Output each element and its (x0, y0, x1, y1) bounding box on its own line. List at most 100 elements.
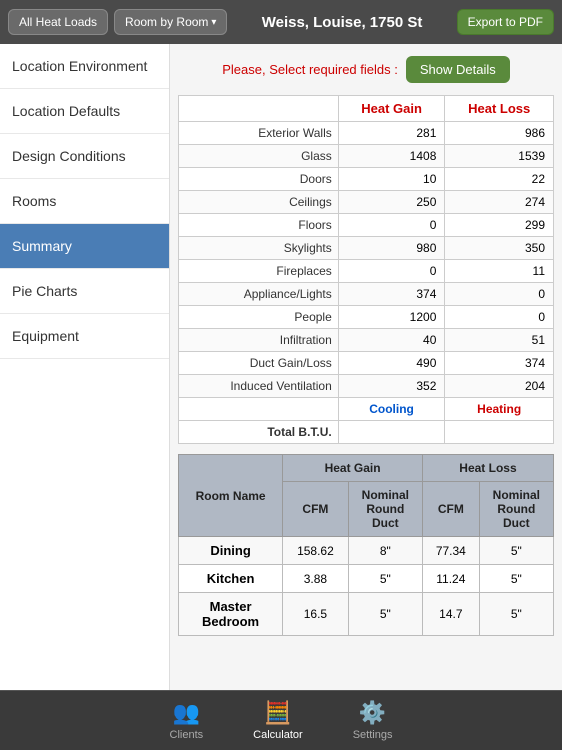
heat-loss-value: 1539 (445, 145, 554, 168)
export-pdf-button[interactable]: Export to PDF (457, 9, 554, 35)
notice-text: Please, Select required fields : (222, 62, 398, 77)
clients-icon: 👥 (173, 700, 200, 726)
hl-cfm-header: CFM (422, 482, 479, 537)
hg-duct-cell: 5" (348, 593, 422, 636)
main-layout: Location Environment Location Defaults D… (0, 44, 562, 690)
heat-gain-value: 281 (338, 122, 445, 145)
heat-loss-value: 51 (445, 329, 554, 352)
table-row: Induced Ventilation 352 204 (179, 375, 554, 398)
top-bar: All Heat Loads Room by Room Weiss, Louis… (0, 0, 562, 44)
hg-cfm-header: CFM (283, 482, 349, 537)
summary-table: Heat Gain Heat Loss Exterior Walls 281 9… (178, 95, 554, 444)
row-label: Duct Gain/Loss (179, 352, 339, 375)
content-area: Please, Select required fields : Show De… (170, 44, 562, 690)
heat-loss-value: 350 (445, 237, 554, 260)
settings-icon: ⚙️ (359, 700, 386, 726)
page-title: Weiss, Louise, 1750 St (233, 14, 450, 31)
row-label: Floors (179, 214, 339, 237)
heat-gain-value: 1200 (338, 306, 445, 329)
heat-loss-value: 986 (445, 122, 554, 145)
table-row: Doors 10 22 (179, 168, 554, 191)
room-name-header: Room Name (179, 455, 283, 537)
row-label: Ceilings (179, 191, 339, 214)
table-row: Appliance/Lights 374 0 (179, 283, 554, 306)
table-row: Infiltration 40 51 (179, 329, 554, 352)
room-name-cell: MasterBedroom (179, 593, 283, 636)
row-label: Fireplaces (179, 260, 339, 283)
heat-gain-value: 0 (338, 214, 445, 237)
heat-gain-value: 490 (338, 352, 445, 375)
table-row: Dining 158.62 8" 77.34 5" (179, 537, 554, 565)
settings-label: Settings (353, 729, 393, 741)
nav-item-calculator[interactable]: 🧮 Calculator (253, 700, 303, 741)
sidebar-item-equipment[interactable]: Equipment (0, 314, 169, 359)
heat-loss-value: 0 (445, 283, 554, 306)
heat-loss-value: 299 (445, 214, 554, 237)
heat-gain-value: 980 (338, 237, 445, 260)
table-row: Duct Gain/Loss 490 374 (179, 352, 554, 375)
heat-loss-header: Heat Loss (445, 96, 554, 122)
row-label: Doors (179, 168, 339, 191)
heat-gain-value: 1408 (338, 145, 445, 168)
hg-cfm-cell: 3.88 (283, 565, 349, 593)
hl-cfm-cell: 11.24 (422, 565, 479, 593)
heat-gain-value: 352 (338, 375, 445, 398)
calculator-label: Calculator (253, 729, 303, 741)
table-row: Fireplaces 0 11 (179, 260, 554, 283)
notice-bar: Please, Select required fields : Show De… (178, 52, 554, 87)
heat-gain-value: 10 (338, 168, 445, 191)
table-row: Floors 0 299 (179, 214, 554, 237)
heat-loss-section-header: Heat Loss (422, 455, 553, 482)
heat-gain-section-header: Heat Gain (283, 455, 423, 482)
hl-duct-cell: 5" (479, 593, 553, 636)
all-heat-loads-button[interactable]: All Heat Loads (8, 9, 108, 35)
row-label: Appliance/Lights (179, 283, 339, 306)
row-label: Glass (179, 145, 339, 168)
hg-cfm-cell: 158.62 (283, 537, 349, 565)
cooling-label: Cooling (338, 398, 445, 421)
table-row: Kitchen 3.88 5" 11.24 5" (179, 565, 554, 593)
hl-duct-cell: 5" (479, 565, 553, 593)
sidebar-item-rooms[interactable]: Rooms (0, 179, 169, 224)
nav-item-settings[interactable]: ⚙️ Settings (353, 700, 393, 741)
row-label: Skylights (179, 237, 339, 260)
heat-gain-header: Heat Gain (338, 96, 445, 122)
hg-duct-header: NominalRoundDuct (348, 482, 422, 537)
sidebar-item-location-defaults[interactable]: Location Defaults (0, 89, 169, 134)
table-row: Ceilings 250 274 (179, 191, 554, 214)
row-label: Induced Ventilation (179, 375, 339, 398)
show-details-button[interactable]: Show Details (406, 56, 510, 83)
cooling-value: 5385 (338, 421, 445, 444)
sidebar-item-design-conditions[interactable]: Design Conditions (0, 134, 169, 179)
table-row: Exterior Walls 281 986 (179, 122, 554, 145)
sidebar: Location Environment Location Defaults D… (0, 44, 170, 690)
heat-gain-value: 250 (338, 191, 445, 214)
hl-duct-cell: 5" (479, 537, 553, 565)
heat-loss-value: 374 (445, 352, 554, 375)
heat-loss-value: 204 (445, 375, 554, 398)
heating-label: Heating (445, 398, 554, 421)
heat-loss-value: 274 (445, 191, 554, 214)
clients-label: Clients (170, 729, 204, 741)
row-label: People (179, 306, 339, 329)
hg-duct-cell: 5" (348, 565, 422, 593)
heat-loss-value: 22 (445, 168, 554, 191)
heat-loss-value: 0 (445, 306, 554, 329)
heat-gain-value: 40 (338, 329, 445, 352)
sidebar-item-pie-charts[interactable]: Pie Charts (0, 269, 169, 314)
hg-duct-cell: 8" (348, 537, 422, 565)
sidebar-item-summary[interactable]: Summary (0, 224, 169, 269)
room-by-room-button[interactable]: Room by Room (114, 9, 227, 35)
row-label (179, 398, 339, 421)
heating-value: 4110 (445, 421, 554, 444)
heat-loss-value: 11 (445, 260, 554, 283)
row-label: Infiltration (179, 329, 339, 352)
heat-gain-value: 0 (338, 260, 445, 283)
nav-item-clients[interactable]: 👥 Clients (170, 700, 204, 741)
room-table: Room Name Heat Gain Heat Loss CFM Nomina… (178, 454, 554, 636)
heat-gain-value: 374 (338, 283, 445, 306)
hl-duct-header: NominalRoundDuct (479, 482, 553, 537)
table-row: Skylights 980 350 (179, 237, 554, 260)
sidebar-item-location-environment[interactable]: Location Environment (0, 44, 169, 89)
bottom-nav: 👥 Clients 🧮 Calculator ⚙️ Settings (0, 690, 562, 750)
